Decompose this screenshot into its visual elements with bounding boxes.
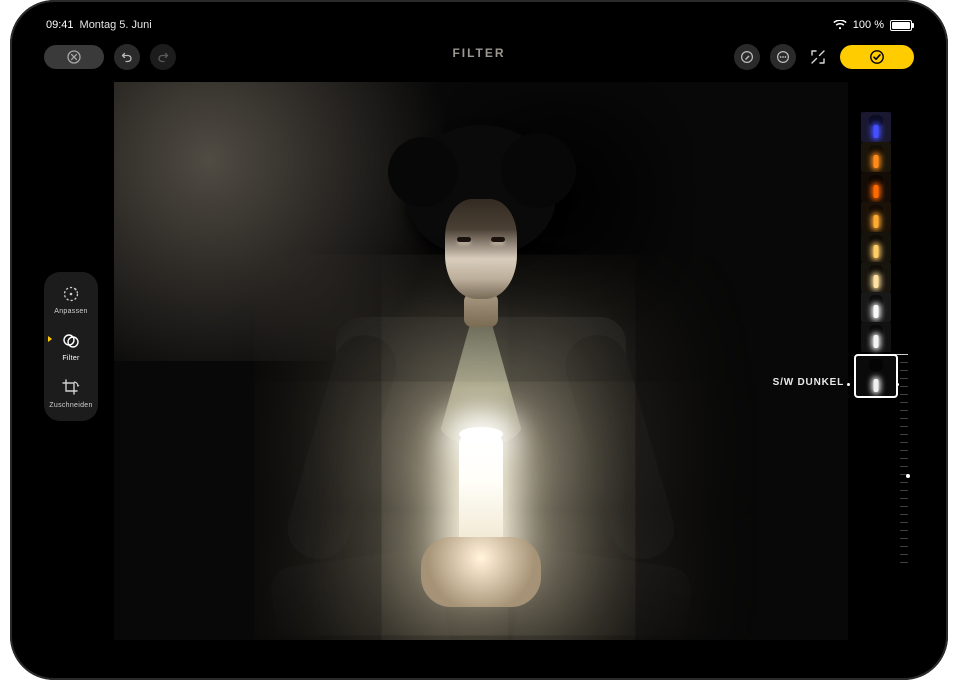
scale-tick [900,466,908,467]
scale-tick [900,514,908,515]
fullscreen-button[interactable] [806,45,830,69]
scale-tick [900,482,908,483]
filter-thumb[interactable] [861,232,891,262]
scale-tick [900,530,908,531]
scale-tick [900,506,908,507]
more-button[interactable] [770,44,796,70]
scale-tick [900,426,908,427]
scale-tick [900,378,908,379]
sidebar-item-label: Zuschneiden [49,402,92,409]
scale-tick [900,562,908,563]
photo-content [114,82,848,640]
scale-tick [900,402,908,403]
scale-tick [900,490,908,491]
scale-tick [900,538,908,539]
scale-tick [900,434,908,435]
top-toolbar: FILTER [32,40,926,74]
filter-thumb[interactable] [861,292,891,322]
filter-thumb[interactable] [861,172,891,202]
sidebar-item-label: Anpassen [54,308,88,315]
filter-thumb[interactable] [861,112,891,142]
crop-icon [61,378,81,398]
scale-tick [900,554,908,555]
filter-intensity-slider[interactable] [888,354,908,584]
filter-thumb[interactable] [861,322,891,352]
scale-tick [900,370,908,371]
battery-percent: 100 % [853,19,884,31]
intensity-value-dot-icon [906,474,910,478]
status-bar: 09:41 Montag 5. Juni 100 % [32,12,926,36]
scale-tick [900,522,908,523]
scale-tick [900,386,908,387]
scale-tick [900,362,908,363]
scale-tick [900,442,908,443]
filter-thumb[interactable] [861,202,891,232]
selected-filter-label: S/W DUNKEL [773,377,844,388]
status-date: Montag 5. Juni [80,19,152,31]
markup-button[interactable] [734,44,760,70]
adjust-icon [61,284,81,304]
filter-icon [61,331,81,351]
battery-icon [890,20,912,31]
sidebar-item-crop[interactable]: Zuschneiden [44,378,98,409]
photo-canvas[interactable] [114,82,848,640]
scale-tick [900,450,908,451]
scale-tick [900,458,908,459]
filter-thumb[interactable] [861,262,891,292]
scale-tick [894,354,908,355]
screen: 09:41 Montag 5. Juni 100 % [32,12,926,668]
edit-mode-sidebar: Anpassen Filter Zuschneiden [44,272,98,421]
filter-thumb[interactable] [861,142,891,172]
scale-tick [900,546,908,547]
sidebar-item-filter[interactable]: Filter [44,331,98,362]
scale-tick [900,394,908,395]
scale-tick [900,498,908,499]
sidebar-item-adjust[interactable]: Anpassen [44,284,98,315]
status-time: 09:41 [46,19,74,31]
selection-marker-icon [48,336,52,342]
sidebar-item-label: Filter [62,355,79,362]
filter-dot-icon [847,383,850,386]
scale-tick [900,410,908,411]
scale-tick [900,418,908,419]
wifi-icon [833,20,847,30]
done-button[interactable] [840,45,914,69]
